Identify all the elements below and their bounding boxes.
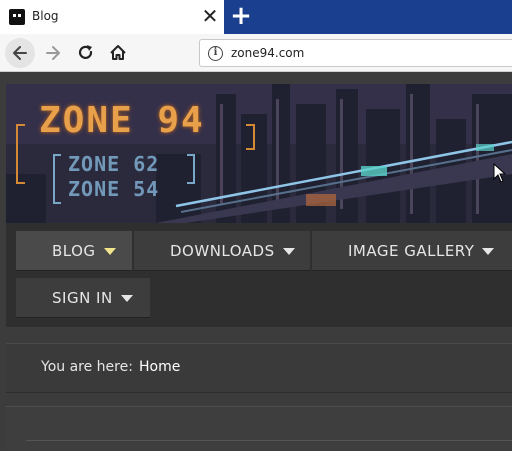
favicon: [9, 9, 25, 25]
caret-down-icon: [282, 248, 295, 255]
reload-button[interactable]: [71, 38, 101, 68]
divider: [26, 440, 512, 441]
logo-subtitle: ZONE 62: [68, 152, 160, 176]
new-tab-icon[interactable]: +: [228, 2, 254, 30]
site-logo: ZONE 94: [39, 100, 205, 141]
menu-item-image-gallery[interactable]: IMAGE GALLERY: [312, 231, 512, 271]
info-icon[interactable]: i: [208, 46, 223, 61]
logo-subtitle: ZONE 54: [68, 177, 160, 201]
web-page: ZONE 94 ZONE 62 ZONE 54 BLOG DOWNLOADS I…: [0, 72, 512, 451]
breadcrumb-label: You are here:: [41, 359, 133, 375]
forward-arrow-icon: [46, 46, 60, 60]
menu-item-label: SIGN IN: [52, 289, 113, 307]
menu-item-blog[interactable]: BLOG: [16, 231, 132, 271]
home-icon: [110, 45, 126, 60]
menu-item-sign-in[interactable]: SIGN IN: [16, 278, 150, 318]
menu-item-label: BLOG: [52, 242, 96, 260]
menu-item-label: DOWNLOADS: [170, 242, 275, 260]
home-button[interactable]: [103, 38, 133, 68]
back-button[interactable]: [5, 38, 35, 68]
reload-icon: [78, 45, 93, 60]
tab-title: Blog: [32, 9, 59, 23]
site-banner[interactable]: ZONE 94 ZONE 62 ZONE 54: [6, 84, 512, 223]
menu-item-label: IMAGE GALLERY: [348, 242, 475, 260]
mouse-cursor-icon: [493, 163, 507, 183]
back-arrow-icon: [13, 46, 27, 60]
logo-frame: [16, 124, 25, 184]
tab-strip: Blog ✕ +: [0, 0, 512, 34]
logo-frame: [53, 154, 61, 204]
content-area: [6, 406, 512, 451]
breadcrumb-home: Home: [139, 359, 181, 375]
forward-button[interactable]: [38, 38, 68, 68]
address-bar[interactable]: i zone94.com: [199, 39, 512, 67]
caret-down-icon: [482, 248, 495, 255]
menu-item-downloads[interactable]: DOWNLOADS: [134, 231, 310, 271]
logo-frame: [187, 154, 195, 184]
caret-down-icon: [120, 295, 133, 302]
navigation-bar: i zone94.com: [0, 34, 512, 72]
browser-tab[interactable]: Blog ✕: [0, 0, 224, 34]
breadcrumb: You are here: Home: [6, 343, 512, 393]
url-text[interactable]: zone94.com: [231, 46, 304, 60]
main-menu: BLOG DOWNLOADS IMAGE GALLERY SIGN IN: [6, 223, 512, 327]
caret-down-icon: [103, 248, 116, 255]
logo-frame: [246, 124, 255, 150]
close-icon[interactable]: ✕: [199, 4, 221, 28]
